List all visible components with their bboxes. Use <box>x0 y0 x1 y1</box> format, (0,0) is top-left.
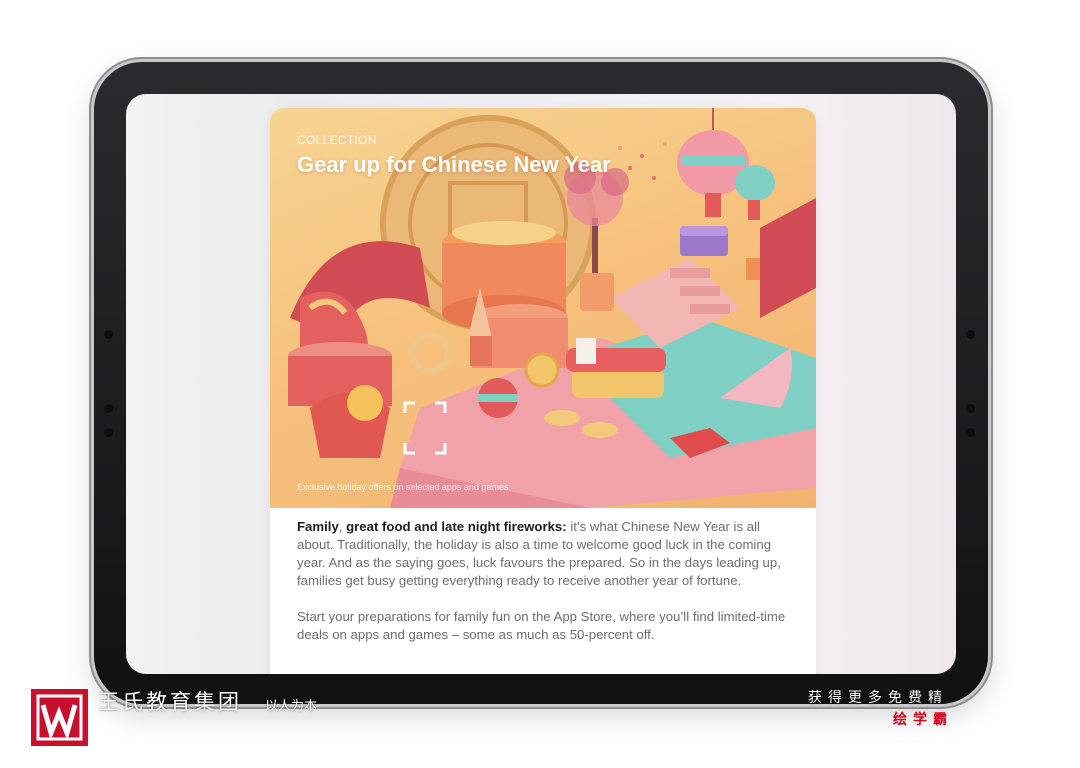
bold-phrase-fireworks: great food and late night fireworks: <box>346 519 567 534</box>
camera-dot-right <box>966 330 975 339</box>
promo-line: 获得更多免费精 <box>808 689 948 705</box>
story-paragraph-2: Start your preparations for family fun o… <box>297 609 786 642</box>
sensor-dot-left-1 <box>104 404 113 413</box>
separator: , <box>338 519 347 534</box>
camera-dot-left <box>104 330 113 339</box>
sensor-dot-right-2 <box>966 428 975 437</box>
story-paragraph-1: Family, great food and late night firewo… <box>297 518 791 590</box>
brand-slogan: 以人为本 <box>265 698 318 713</box>
sensor-dot-right-1 <box>966 404 975 413</box>
ipad-screen: COLLECTION Gear up for Chinese New Year … <box>126 94 956 674</box>
collection-eyebrow: COLLECTION <box>297 133 377 147</box>
promo-brand: 绘学霸 <box>893 711 953 727</box>
story-hero[interactable]: COLLECTION Gear up for Chinese New Year … <box>270 108 816 508</box>
story-title: Gear up for Chinese New Year <box>297 152 611 177</box>
story-card[interactable]: COLLECTION Gear up for Chinese New Year … <box>270 108 816 674</box>
bold-phrase-family: Family <box>297 519 339 534</box>
story-body: Family, great food and late night firewo… <box>297 518 791 662</box>
story-caption: Exclusive holiday offers on selected app… <box>297 482 509 492</box>
brand-name: 王氏教育集团 <box>98 691 242 714</box>
w-logo-icon <box>31 689 88 746</box>
sensor-dot-left-2 <box>104 428 113 437</box>
